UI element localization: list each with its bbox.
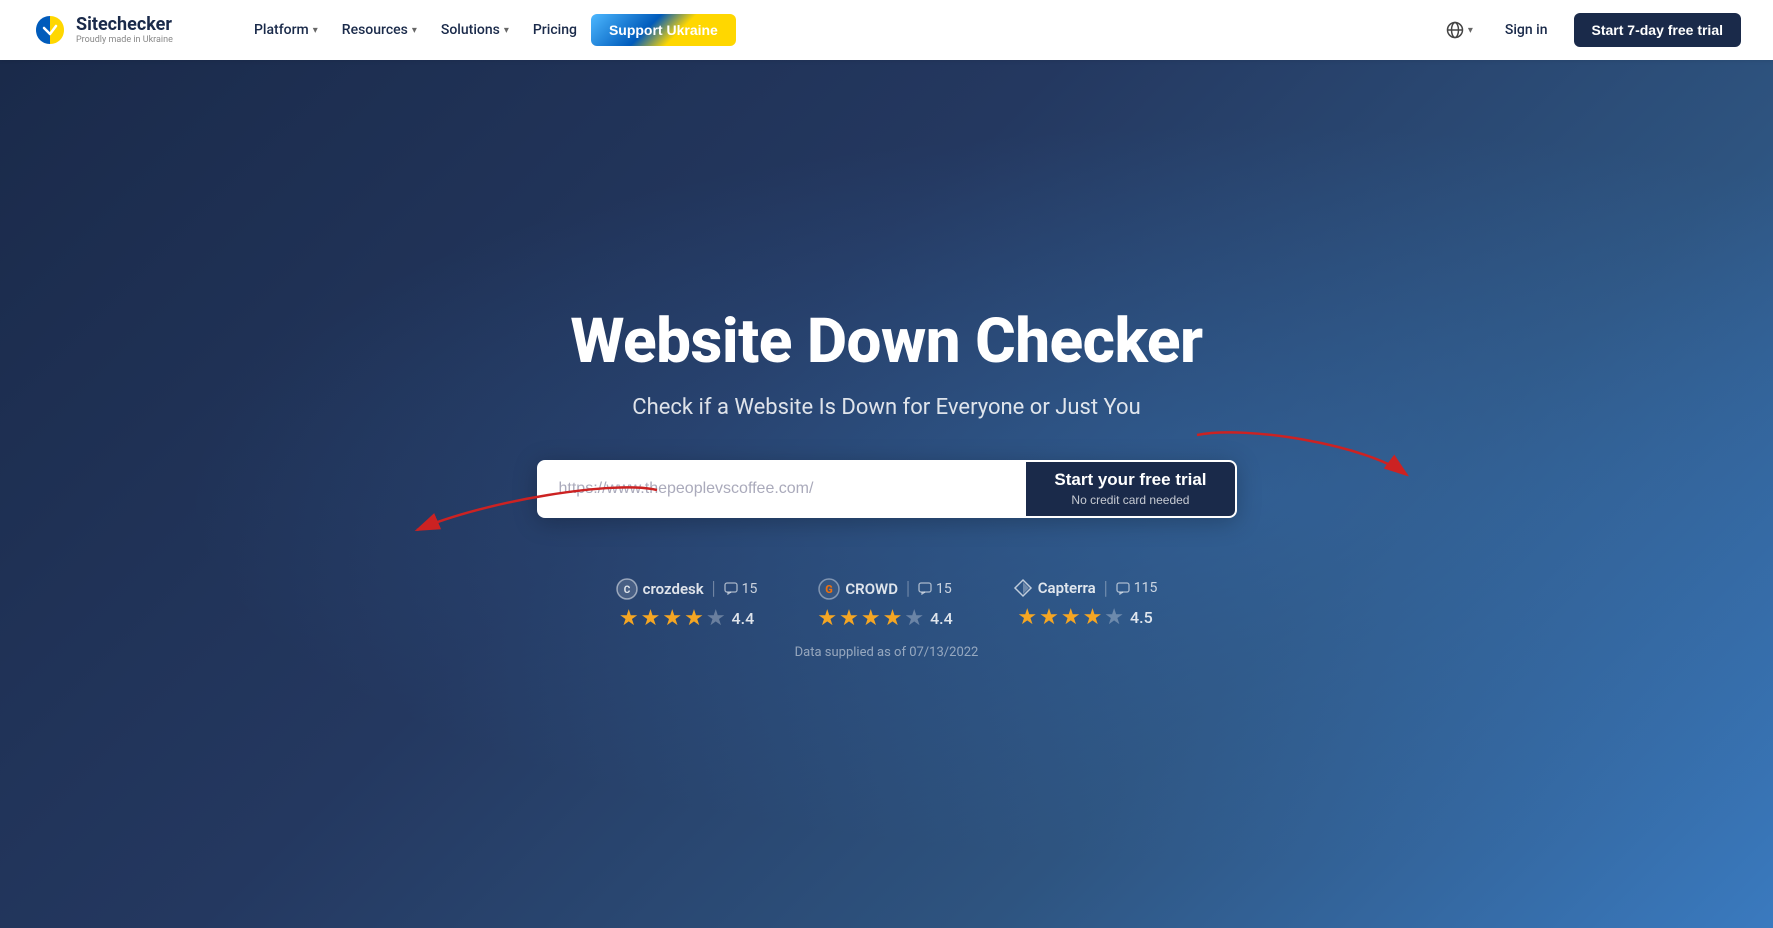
hero-content: Website Down Checker Check if a Website … [437, 308, 1337, 517]
nav-resources[interactable]: Resources ▾ [332, 16, 427, 44]
hero-subtitle: Check if a Website Is Down for Everyone … [632, 395, 1140, 420]
crozdesk-icon: C [616, 578, 638, 600]
rating-crozdesk: C crozdesk | 15 ★ ★ ★ ★ ★ [616, 578, 758, 631]
nav-solutions[interactable]: Solutions ▾ [431, 16, 519, 44]
review-count-icon [1116, 582, 1130, 595]
rating-capterra: Capterra | 115 ★ ★ ★ ★ ★ 4.5 [1013, 578, 1158, 630]
signin-link[interactable]: Sign in [1495, 16, 1558, 44]
logo-name: Sitechecker [76, 15, 173, 35]
left-arrow [337, 470, 687, 550]
nav-links: Platform ▾ Resources ▾ Solutions ▾ Prici… [244, 14, 1408, 46]
g2crowd-logo: G CROWD [818, 578, 898, 600]
navbar: Sitechecker Proudly made in Ukraine Plat… [0, 0, 1773, 60]
crozdesk-label: crozdesk [643, 580, 704, 598]
hero-section: Website Down Checker Check if a Website … [0, 60, 1773, 928]
capterra-stars: ★ ★ ★ ★ ★ 4.5 [1017, 605, 1152, 630]
capterra-label: Capterra [1038, 579, 1096, 597]
capterra-icon [1013, 578, 1033, 598]
ratings-section: C crozdesk | 15 ★ ★ ★ ★ ★ [616, 578, 1158, 631]
nav-platform[interactable]: Platform ▾ [244, 16, 328, 44]
globe-icon [1446, 21, 1464, 39]
crozdesk-logo: C crozdesk [616, 578, 704, 600]
chevron-down-icon: ▾ [504, 25, 509, 36]
rating-g2crowd: G CROWD | 15 ★ ★ ★ ★ ★ 4 [817, 578, 952, 631]
g2crowd-label: CROWD [845, 580, 898, 598]
svg-text:C: C [623, 585, 630, 596]
chevron-down-icon: ▾ [1468, 25, 1473, 36]
chevron-down-icon: ▾ [313, 25, 318, 36]
right-arrow [1167, 415, 1467, 495]
chevron-down-icon: ▾ [412, 25, 417, 36]
nav-pricing[interactable]: Pricing [523, 16, 587, 44]
cta-sub-text: No credit card needed [1071, 493, 1189, 507]
logo[interactable]: Sitechecker Proudly made in Ukraine [32, 12, 212, 48]
logo-icon [32, 12, 68, 48]
review-count-icon [724, 582, 738, 595]
language-selector[interactable]: ▾ [1440, 15, 1479, 45]
data-supplied-text: Data supplied as of 07/13/2022 [795, 645, 979, 660]
crozdesk-stars: ★ ★ ★ ★ ★ 4.4 [619, 606, 754, 631]
nav-right: ▾ Sign in Start 7-day free trial [1440, 13, 1741, 47]
start-trial-button[interactable]: Start 7-day free trial [1574, 13, 1742, 47]
hero-title: Website Down Checker [570, 308, 1202, 376]
capterra-logo: Capterra [1013, 578, 1096, 598]
support-ukraine-button[interactable]: Support Ukraine [591, 14, 736, 46]
svg-text:G: G [826, 583, 834, 596]
g2crowd-icon: G [818, 578, 840, 600]
logo-tagline: Proudly made in Ukraine [76, 35, 173, 46]
g2crowd-stars: ★ ★ ★ ★ ★ 4.4 [817, 606, 952, 631]
review-count-icon [918, 582, 932, 595]
